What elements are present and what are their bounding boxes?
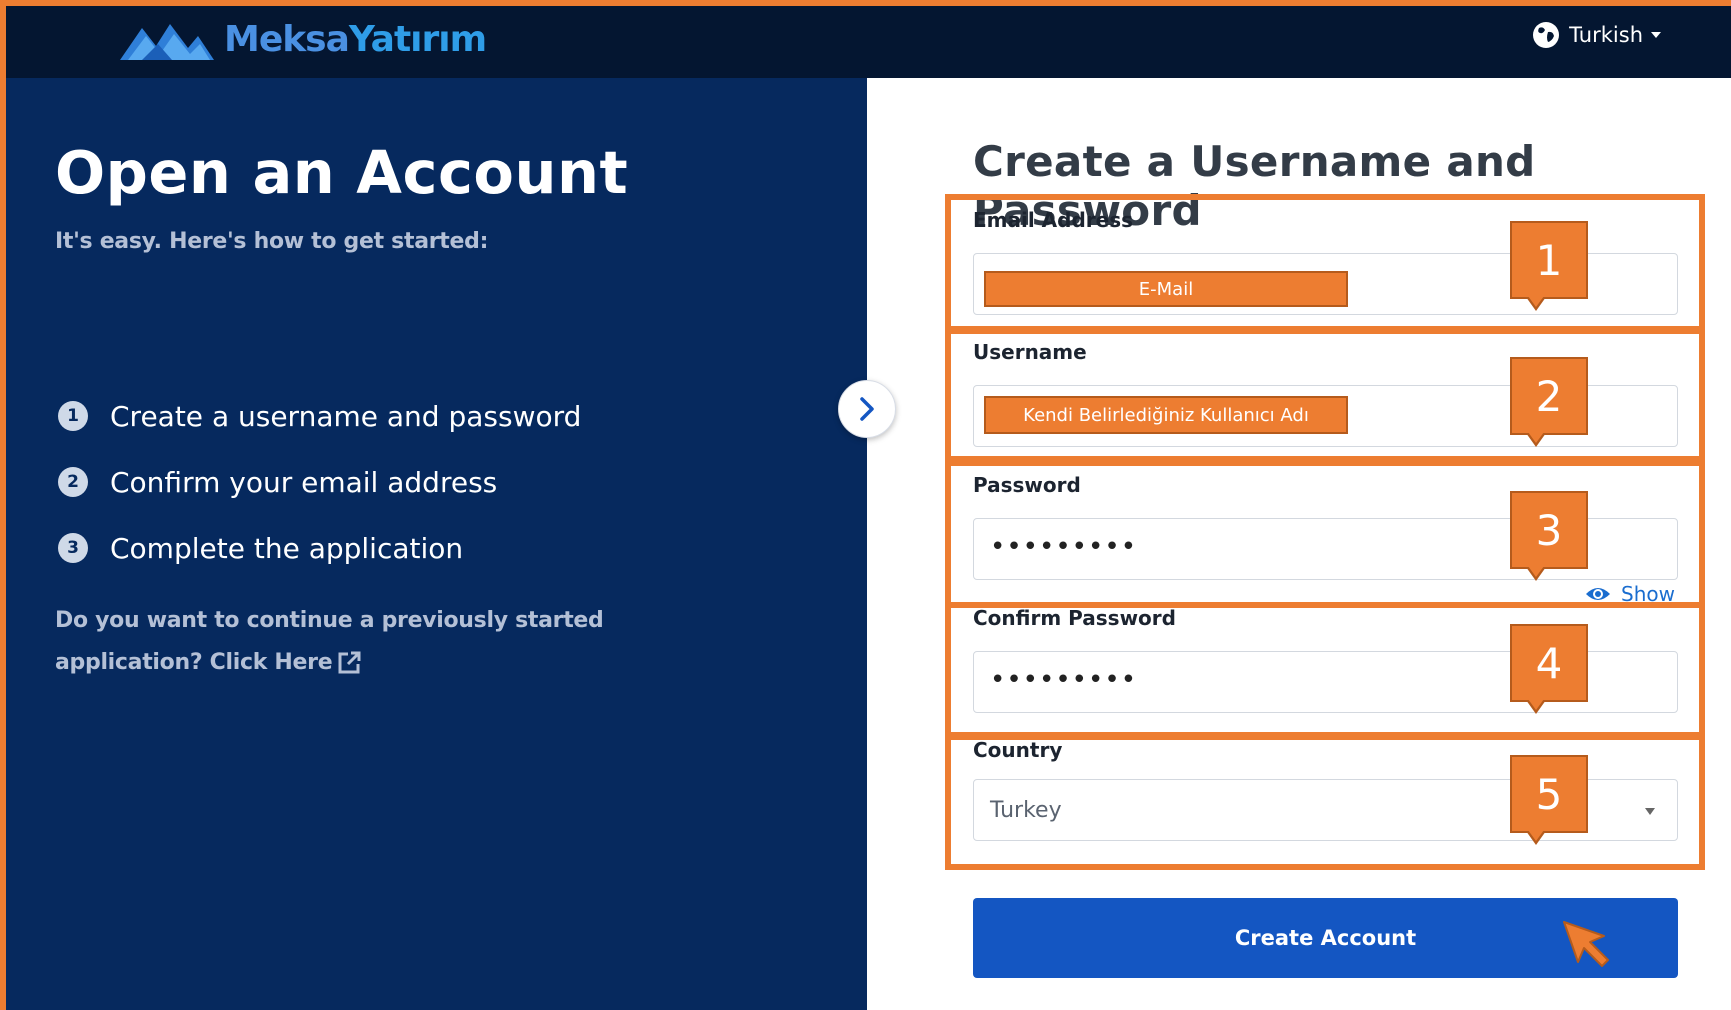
callout-4: 4 xyxy=(1510,624,1588,714)
top-navbar: MeksaYatırım Turkish xyxy=(0,0,1731,78)
step-number: 3 xyxy=(58,533,88,563)
highlight-box-confirm xyxy=(945,602,1705,738)
continue-application-text: Do you want to continue a previously sta… xyxy=(55,600,615,684)
steps-list: 1 Create a username and password 2 Confi… xyxy=(58,383,581,581)
highlight-box-password xyxy=(945,460,1705,608)
step-item: 1 Create a username and password xyxy=(58,383,581,449)
brand-name: MeksaYatırım xyxy=(224,18,487,60)
language-selector[interactable]: Turkish xyxy=(1531,20,1661,50)
callout-2: 2 xyxy=(1510,357,1588,447)
brand-name-part2: Yatırım xyxy=(348,18,487,60)
mountains-logo-icon xyxy=(120,24,214,60)
chevron-right-icon xyxy=(860,397,874,421)
language-label: Turkish xyxy=(1569,23,1643,47)
globe-icon xyxy=(1533,22,1560,48)
panel-toggle-button[interactable] xyxy=(838,380,896,438)
brand-name-part1: Meksa xyxy=(224,18,350,60)
external-link-icon xyxy=(338,651,361,674)
callout-1: 1 xyxy=(1510,221,1588,311)
callout-5: 5 xyxy=(1510,755,1588,845)
panel-title: Open an Account xyxy=(55,138,629,207)
panel-subtitle: It's easy. Here's how to get started: xyxy=(55,229,489,254)
step-number: 2 xyxy=(58,467,88,497)
pointer-arrow-icon xyxy=(1563,921,1609,967)
step-label: Create a username and password xyxy=(110,399,582,433)
step-label: Confirm your email address xyxy=(110,465,498,499)
highlight-box-username xyxy=(945,328,1705,462)
caret-down-icon xyxy=(1651,32,1661,38)
highlight-box-email xyxy=(945,194,1705,332)
highlight-box-country xyxy=(945,734,1705,870)
click-here-label: Click Here xyxy=(209,650,333,675)
brand-logo[interactable]: MeksaYatırım xyxy=(118,14,487,64)
info-panel: Open an Account It's easy. Here's how to… xyxy=(0,78,867,1010)
step-item: 2 Confirm your email address xyxy=(58,449,581,515)
step-number: 1 xyxy=(58,401,88,431)
step-label: Complete the application xyxy=(110,531,464,565)
step-item: 3 Complete the application xyxy=(58,515,581,581)
callout-3: 3 xyxy=(1510,491,1588,581)
click-here-link[interactable]: Click Here xyxy=(210,650,363,675)
